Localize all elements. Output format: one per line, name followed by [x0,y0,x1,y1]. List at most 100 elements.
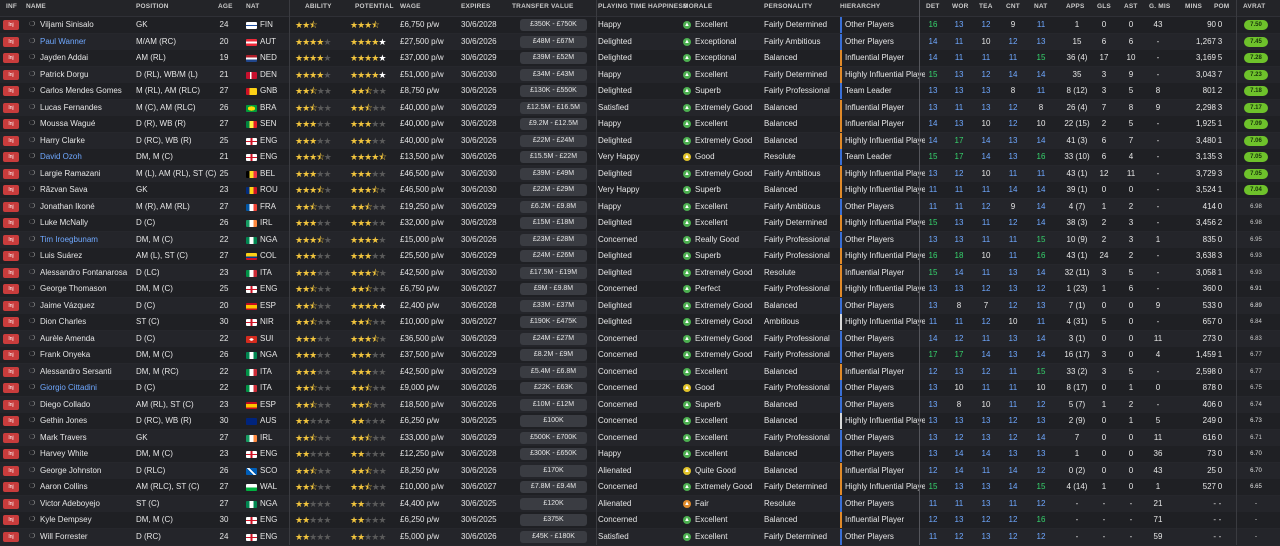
table-row[interactable]: Inj ❍ George Thomason DM, M (C) 25 ENG ★★⯪★★ ★★… [0,281,1280,298]
header-inf[interactable]: INF [6,3,17,10]
injury-badge[interactable]: Inj [3,515,19,525]
player-name[interactable]: Gethin Jones [40,413,132,429]
injury-badge[interactable]: Inj [3,317,19,327]
table-row[interactable]: Inj ❍ Patrick Dorgu D (RL), WB/M (L) 21 DEN ★★… [0,66,1280,84]
table-row[interactable]: Inj ❍ David Ozoh DM, M (C) 21 ENG ★★★⯪★ ★★★★⯪ £1… [0,149,1280,166]
header-wor[interactable]: WOR [952,3,969,10]
player-name[interactable]: Moussa Wagué [40,116,132,132]
player-name[interactable]: Victor Adeboyejo [40,496,132,512]
injury-badge[interactable]: Inj [3,399,19,410]
header-expires[interactable]: EXPIRES [461,3,491,10]
header-ability[interactable]: ABILITY [305,3,332,10]
injury-badge[interactable]: Inj [3,102,19,113]
injury-badge[interactable]: Inj [3,498,19,509]
injury-badge[interactable]: Inj [3,36,19,47]
player-name[interactable]: Largie Ramazani [40,166,132,182]
injury-badge[interactable]: Inj [3,482,19,492]
header-nat[interactable]: NAT [246,3,259,10]
table-row[interactable]: Inj ❍ Largie Ramazani M (L), AM (RL), ST (C… [0,165,1280,183]
player-name[interactable]: Alessandro Fontanarosa [40,265,132,281]
player-name[interactable]: Lucas Fernandes [40,100,132,116]
table-row[interactable]: Inj ❍ Luis Suárez AM (L), ST (C) 27 COL ★★★★★ ★… [0,248,1280,265]
player-name[interactable]: Diego Collado [40,397,132,413]
injury-badge[interactable]: Inj [3,168,19,179]
player-name[interactable]: Luis Suárez [40,248,132,264]
injury-badge[interactable]: Inj [3,449,19,459]
player-name[interactable]: Mark Travers [40,430,132,446]
table-row[interactable]: Inj ❍ Tim Iroegbunam DM, M (C) 22 NGA ★★★⯪★ ★★★… [0,231,1280,249]
player-name[interactable]: Aaron Collins [40,479,132,495]
table-row[interactable]: Inj ❍ Luke McNally D (C) 26 IRL ★★★★★ ★★★★★ £32,… [0,215,1280,232]
header-transfer-value[interactable]: TRANSFER VALUE [512,3,574,10]
player-name[interactable]: Kyle Dempsey [40,512,132,528]
player-name[interactable]: Jayden Addai [40,50,132,66]
injury-badge[interactable]: Inj [3,267,19,278]
injury-badge[interactable]: Inj [3,201,19,212]
player-name[interactable]: Carlos Mendes Gomes [40,83,132,99]
player-name[interactable]: Alessandro Sersanti [40,364,132,380]
injury-badge[interactable]: Inj [3,234,19,245]
header-gls[interactable]: GLS [1097,3,1111,10]
table-row[interactable]: Inj ❍ Moussa Wagué D (R), WB (R) 27 SEN ★★★★★ ★… [0,116,1280,133]
table-row[interactable]: Inj ❍ Giorgio Cittadini D (C) 22 ITA ★★⯪★★ ★★⯪★… [0,380,1280,397]
player-name[interactable]: George Johnston [40,463,132,479]
table-row[interactable]: Inj ❍ Jayden Addai AM (RL) 19 NED ★★★★★ ★★★★★ £3… [0,50,1280,67]
table-row[interactable]: Inj ❍ Jonathan Ikoné M (R), AM (RL) 27 FRA ★★⯪… [0,198,1280,216]
injury-badge[interactable]: Inj [3,152,19,162]
header-apps[interactable]: APPS [1066,3,1085,10]
injury-badge[interactable]: Inj [3,366,19,377]
player-name[interactable]: Frank Onyeka [40,347,132,363]
table-row[interactable]: Inj ❍ Carlos Mendes Gomes M (RL), AM (RLC) 2… [0,83,1280,100]
player-name[interactable]: Luke McNally [40,215,132,231]
header-wage[interactable]: WAGE [400,3,421,10]
injury-badge[interactable]: Inj [3,251,19,261]
player-name[interactable]: Jonathan Ikoné [40,199,132,215]
header-potential[interactable]: POTENTIAL [355,3,394,10]
player-name[interactable]: Patrick Dorgu [40,67,132,83]
table-row[interactable]: Inj ❍ Lucas Fernandes M (C), AM (RLC) 26 BRA ★… [0,99,1280,117]
header-tea[interactable]: TEA [979,3,993,10]
injury-badge[interactable]: Inj [3,20,19,30]
table-row[interactable]: Inj ❍ Diego Collado AM (RL), ST (C) 23 ESP ★★⯪… [0,396,1280,414]
injury-badge[interactable]: Inj [3,69,19,80]
table-row[interactable]: Inj ❍ Kyle Dempsey DM, M (C) 30 ENG ★★★★★ ★★★★★… [0,512,1280,529]
injury-badge[interactable]: Inj [3,53,19,63]
player-name[interactable]: Giorgio Cittadini [40,380,132,396]
injury-badge[interactable]: Inj [3,333,19,344]
player-name[interactable]: Răzvan Sava [40,182,132,198]
header-mins[interactable]: MINS [1185,3,1202,10]
header-gmis[interactable]: G. MIS [1149,3,1170,10]
header-pom[interactable]: POM [1214,3,1229,10]
header-personality[interactable]: PERSONALITY [764,3,812,10]
table-row[interactable]: Inj ❍ Will Forrester D (RC) 24 ENG ★★★★★ ★★★★★ £… [0,528,1280,546]
header-name[interactable]: NAME [26,3,46,10]
header-age[interactable]: AGE [218,3,233,10]
table-row[interactable]: Inj ❍ Alessandro Sersanti DM, M (RC) 22 ITA ★★… [0,363,1280,381]
table-row[interactable]: Inj ❍ Dion Charles ST (C) 30 NIR ★★⯪★★ ★★⯪★★ £10… [0,314,1280,331]
injury-badge[interactable]: Inj [3,300,19,311]
header-cnt[interactable]: CNT [1006,3,1020,10]
header-morale[interactable]: MORALE [683,3,712,10]
injury-badge[interactable]: Inj [3,284,19,294]
player-name[interactable]: Jaime Vázquez [40,298,132,314]
injury-badge[interactable]: Inj [3,86,19,96]
table-row[interactable]: Inj ❍ Paul Wanner M/AM (RC) 20 AUT ★★★★★ ★★★★★ £… [0,33,1280,51]
table-row[interactable]: Inj ❍ Frank Onyeka DM, M (C) 26 NGA ★★★★★ ★★★★★… [0,347,1280,364]
header-playing-time[interactable]: PLAYING TIME HAPPINESS [598,3,687,10]
header-hierarchy[interactable]: HIERARCHY [840,3,880,10]
injury-badge[interactable]: Inj [3,185,19,195]
player-name[interactable]: Dion Charles [40,314,132,330]
injury-badge[interactable]: Inj [3,531,19,542]
injury-badge[interactable]: Inj [3,135,19,146]
header-nat2[interactable]: NAT [1034,3,1047,10]
player-name[interactable]: Aurèle Amenda [40,331,132,347]
header-ast[interactable]: AST [1124,3,1138,10]
table-row[interactable]: Inj ❍ Aurèle Amenda D (C) 22 SUI ★★★★★ ★★★⯪★ £36… [0,330,1280,348]
table-row[interactable]: Inj ❍ George Johnston D (RLC) 26 SCO ★★⯪★★ ★★⯪★… [0,462,1280,480]
player-name[interactable]: Tim Iroegbunam [40,232,132,248]
header-det[interactable]: DET [926,3,940,10]
injury-badge[interactable]: Inj [3,383,19,393]
header-avrat[interactable]: AVRAT [1243,3,1265,10]
player-name[interactable]: Harry Clarke [40,133,132,149]
table-row[interactable]: Inj ❍ Jaime Vázquez D (C) 20 ESP ★★⯪★★ ★★★★★ £2,… [0,297,1280,315]
